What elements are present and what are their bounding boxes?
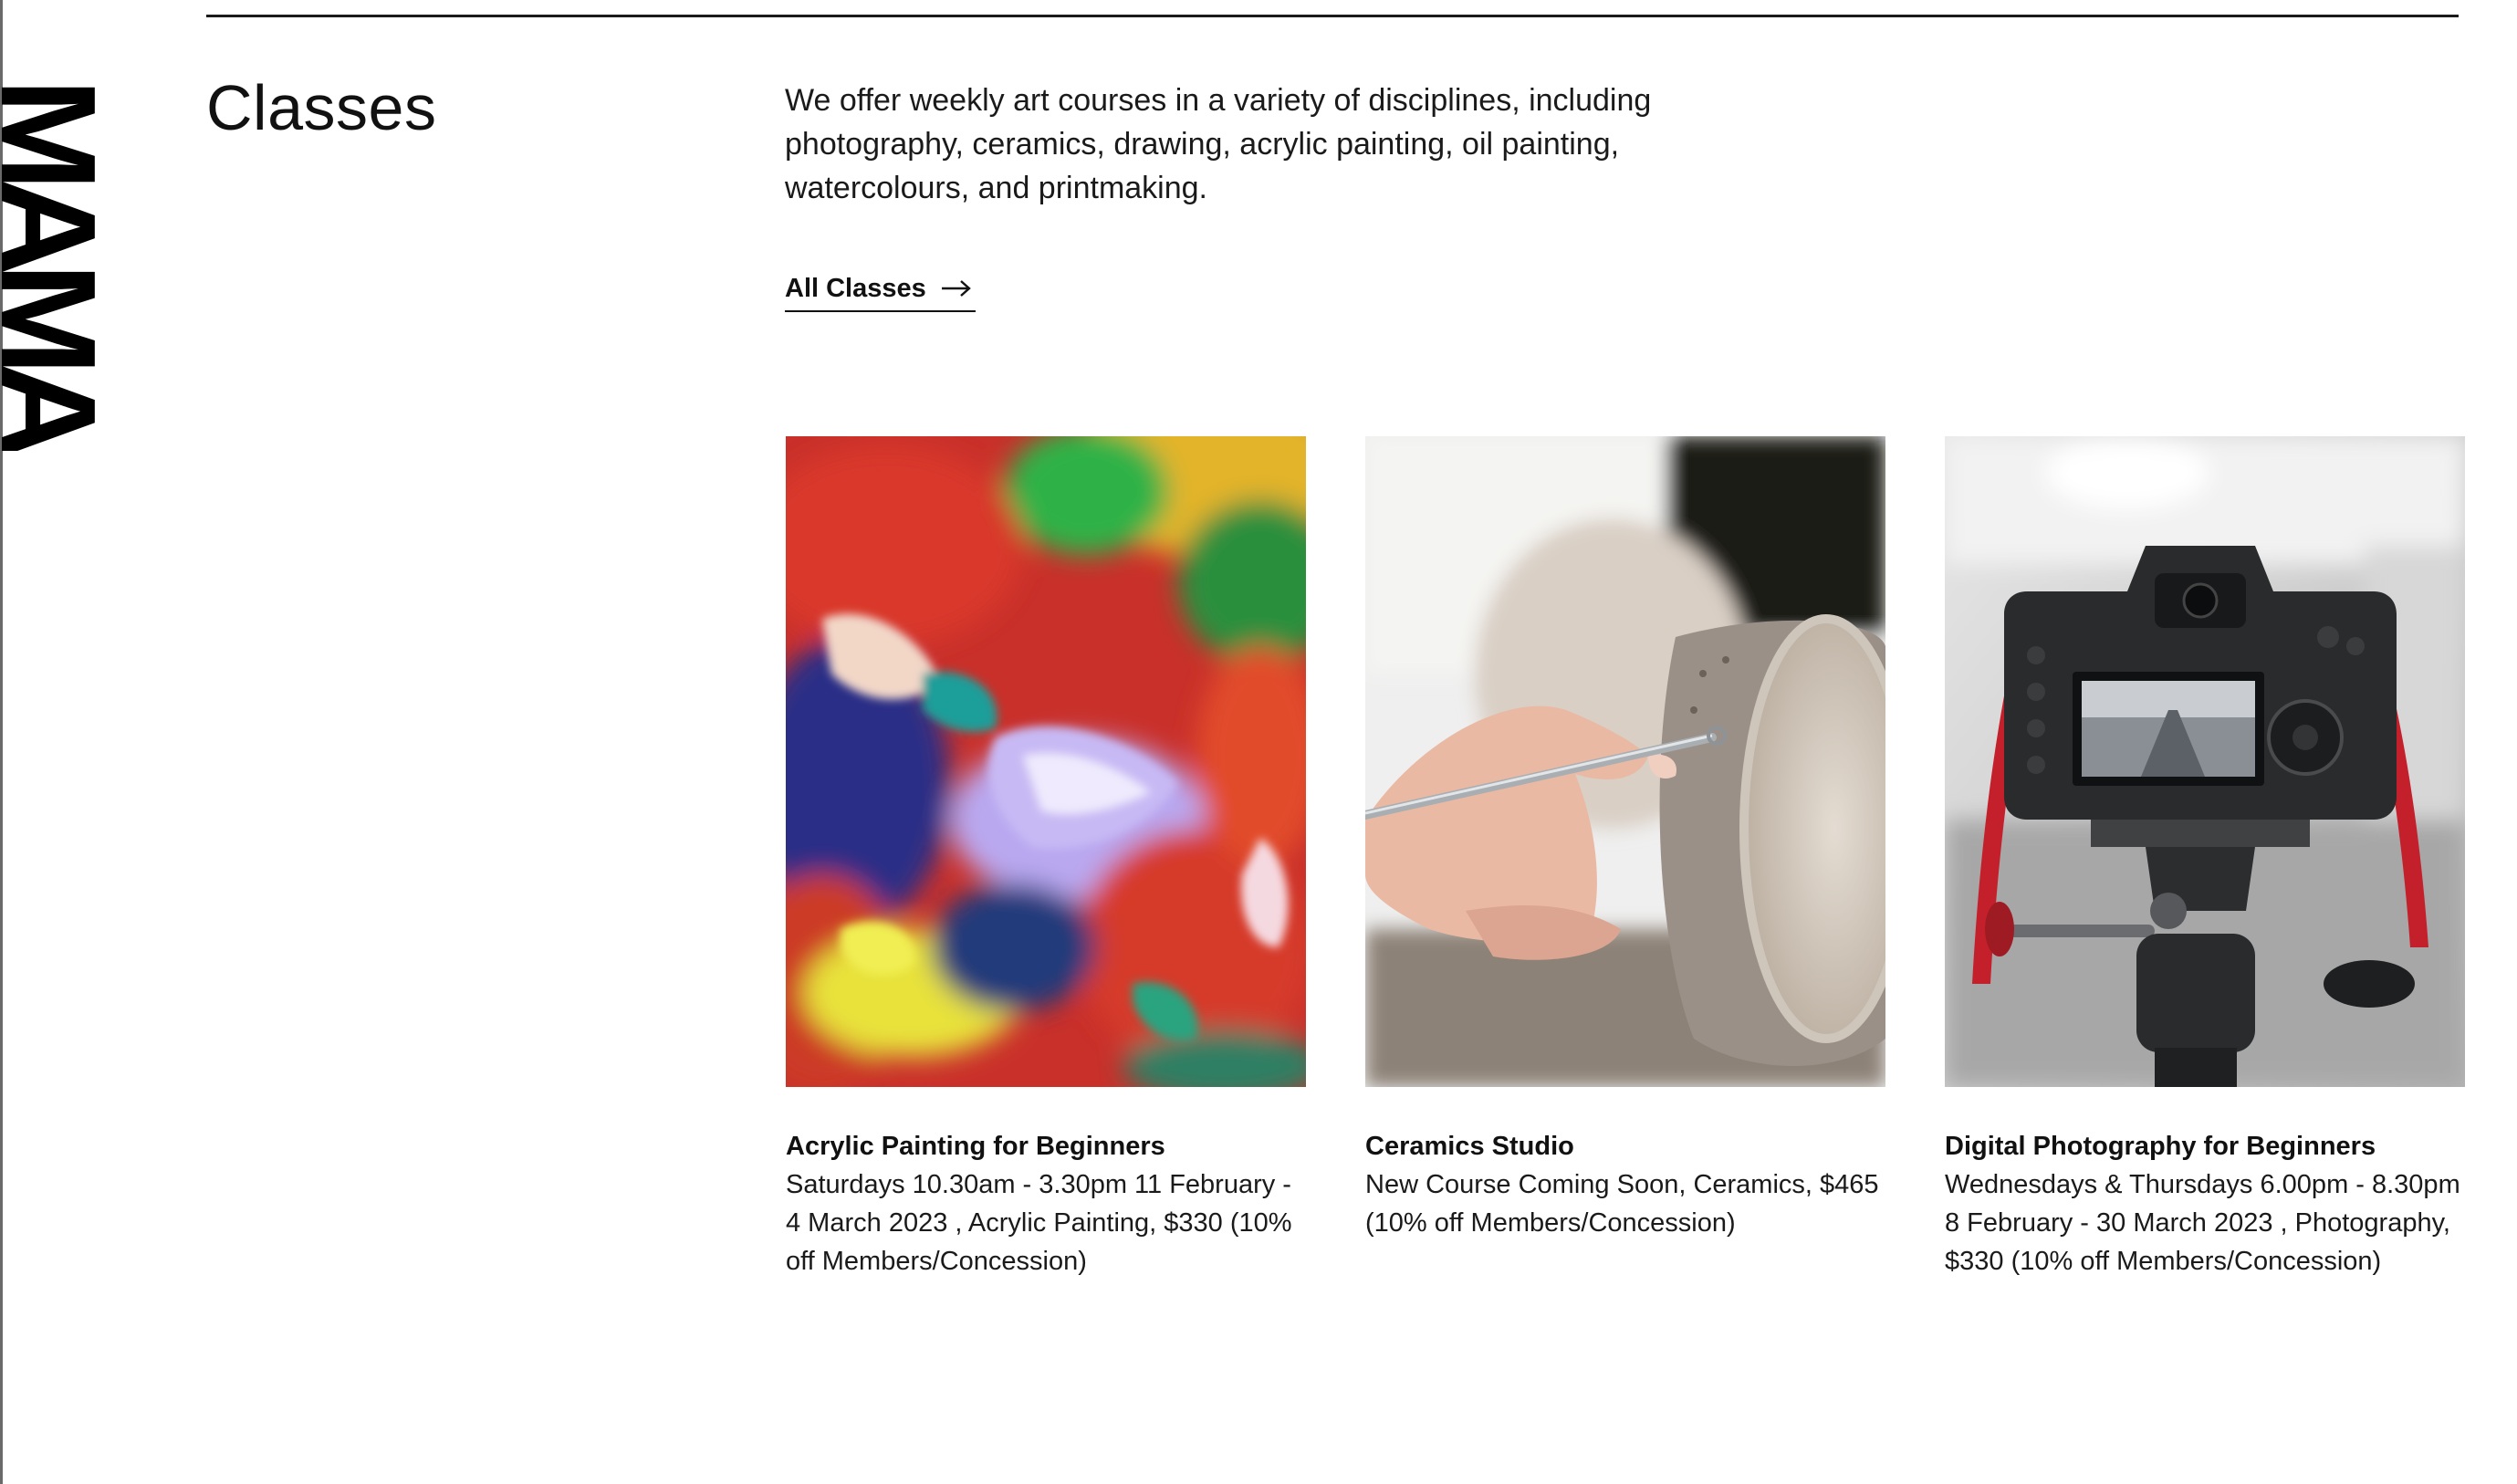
- ceramics-carving-image[interactable]: [1365, 436, 1885, 1087]
- class-card-ceramics[interactable]: Ceramics Studio New Course Coming Soon, …: [1365, 436, 1885, 1242]
- class-card-title[interactable]: Acrylic Painting for Beginners: [786, 1127, 1306, 1165]
- all-classes-link[interactable]: All Classes: [785, 266, 976, 312]
- all-classes-label: All Classes: [785, 273, 926, 303]
- section-intro: We offer weekly art courses in a variety…: [785, 83, 1652, 205]
- arrow-right-icon: [941, 279, 972, 298]
- camera-on-tripod-image[interactable]: [1945, 436, 2465, 1087]
- class-card-description: Wednesdays & Thursdays 6.00pm - 8.30pm 8…: [1945, 1170, 2460, 1276]
- class-card-title[interactable]: Ceramics Studio: [1365, 1127, 1885, 1165]
- acrylic-paint-palette-image[interactable]: [786, 436, 1306, 1087]
- class-card-digital-photography[interactable]: Digital Photography for Beginners Wednes…: [1945, 436, 2465, 1280]
- class-card-description: Saturdays 10.30am - 3.30pm 11 February -…: [786, 1170, 1292, 1276]
- class-card-title[interactable]: Digital Photography for Beginners: [1945, 1127, 2465, 1165]
- top-divider: [206, 15, 2459, 17]
- class-card-description: New Course Coming Soon, Ceramics, $465 (…: [1365, 1170, 1879, 1238]
- class-card-acrylic-painting[interactable]: Acrylic Painting for Beginners Saturdays…: [786, 436, 1306, 1280]
- site-logo[interactable]: MAMA: [0, 75, 95, 451]
- section-title: Classes: [206, 72, 437, 143]
- logo-wordmark: MAMA: [0, 78, 95, 448]
